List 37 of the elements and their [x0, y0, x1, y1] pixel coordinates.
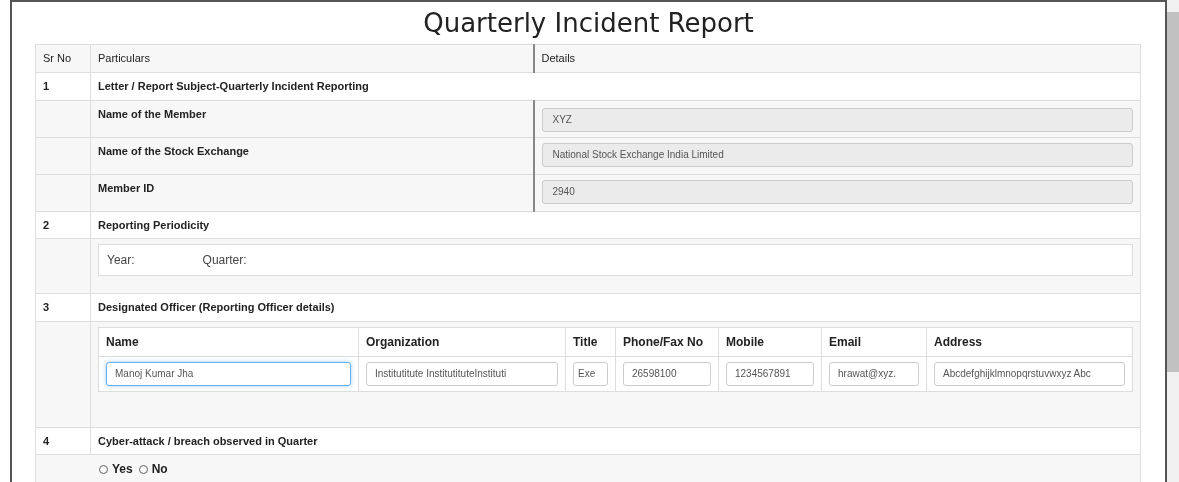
readonly-field: 2940 — [541, 179, 1133, 204]
column-header: Address — [934, 334, 983, 349]
readonly-field: National Stock Exchange India Limited — [541, 142, 1133, 167]
row-number: 4 — [43, 434, 50, 447]
row-number: 2 — [43, 218, 50, 231]
field-label: Member ID — [98, 181, 155, 194]
text-field[interactable]: 1234567891 — [726, 361, 814, 386]
text-field[interactable]: 26598100 — [623, 361, 711, 386]
section-heading: Cyber-attack / breach observed in Quarter — [98, 434, 318, 447]
column-header: Organization — [366, 334, 440, 349]
section-heading: Reporting Periodicity — [98, 218, 210, 231]
column-header: Email — [829, 334, 861, 349]
text-field[interactable]: Institutitute InstitutituteInstituti — [366, 361, 558, 386]
radio-label[interactable]: No — [151, 460, 168, 478]
row-number: 3 — [43, 301, 50, 313]
column-header: Sr No — [43, 52, 72, 65]
text-field[interactable]: Exe — [573, 361, 608, 386]
text-field[interactable]: hrawat@xyz. — [829, 361, 919, 386]
column-header: Details — [541, 52, 576, 65]
field-label: Name of the Stock Exchange — [98, 144, 249, 157]
field-label: Name of the Member — [98, 107, 207, 120]
text-field[interactable]: Abcdefghijklmnopqrstuvwxyz Abc — [934, 361, 1125, 386]
text-field[interactable]: Manoj Kumar Jha — [106, 361, 351, 386]
section-heading: Designated Officer (Reporting Officer details) — [98, 301, 335, 313]
readonly-field: XYZ — [541, 107, 1133, 132]
column-header: Phone/Fax No — [623, 334, 703, 349]
column-header: Particulars — [98, 52, 150, 65]
section-heading: Letter / Report Subject-Quarterly Incident Reporting — [98, 80, 369, 92]
column-header: Title — [573, 334, 598, 349]
period-label: Quarter: — [202, 252, 247, 269]
column-header: Mobile — [726, 334, 764, 349]
row-number: 1 — [43, 80, 50, 92]
scrollbar-thumb[interactable] — [1167, 12, 1179, 372]
column-header: Name — [106, 334, 139, 349]
period-label: Year: — [107, 252, 135, 269]
report-title: Quarterly Incident Report — [422, 7, 755, 40]
radio-label[interactable]: Yes — [112, 460, 133, 478]
